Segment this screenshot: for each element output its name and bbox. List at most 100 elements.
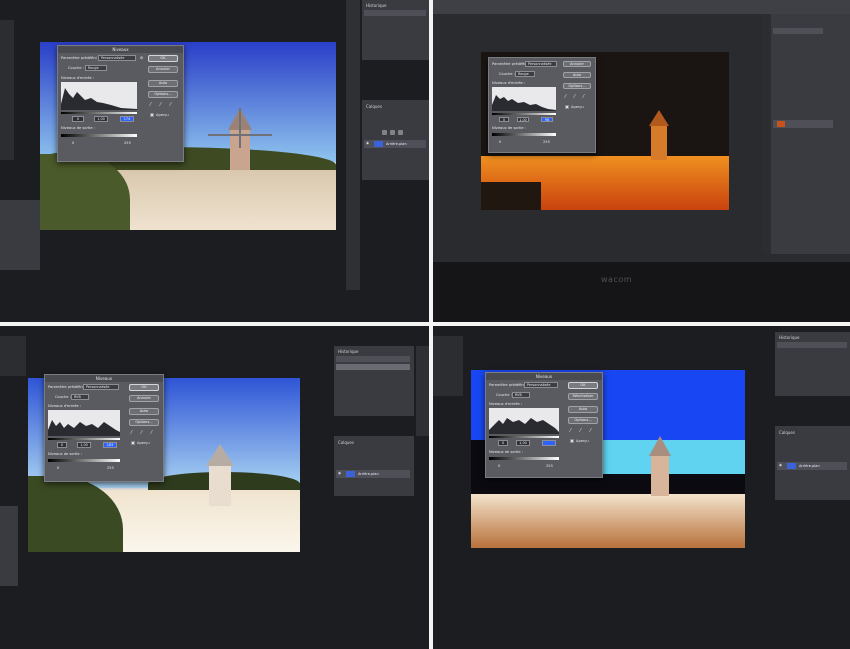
layer-thumbnail (787, 463, 796, 469)
layers-panel[interactable]: Calques ◉ Arrière-plan (334, 436, 414, 496)
output-levels-label: Niveaux de sortie : (61, 126, 95, 130)
input-white-field[interactable]: 183 (103, 442, 117, 448)
levels-dialog[interactable]: Paramètre prédéfini : Personnalisée Couc… (488, 57, 596, 153)
preview-checkbox[interactable] (150, 113, 154, 117)
levels-dialog[interactable]: Niveaux Paramètre prédéfini : Personnali… (485, 372, 603, 478)
left-panel-dock (433, 336, 463, 396)
channel-select[interactable]: RVB (71, 394, 89, 400)
auto-button[interactable]: Auto (563, 72, 591, 78)
output-black-value: 0 (72, 141, 75, 145)
gray-eyedropper-icon[interactable]: ⁄ (574, 94, 575, 100)
layer-visibility-eye-icon[interactable]: ◉ (779, 463, 782, 467)
preset-select[interactable]: Personnalisée (524, 382, 558, 388)
layers-panel[interactable]: Calques ◉ Arrière-plan (362, 100, 429, 180)
layer-visibility-eye-icon[interactable]: ◉ (338, 471, 341, 475)
input-white-field[interactable]: 98 (541, 117, 553, 122)
channel-select[interactable]: Rouge (85, 65, 107, 71)
layer-lock-icon[interactable] (382, 130, 387, 135)
history-panel[interactable]: Historique (362, 0, 429, 60)
cancel-button[interactable]: Annuler (563, 61, 591, 67)
input-black-field[interactable]: 0 (498, 440, 508, 446)
layer-move-icon[interactable] (398, 130, 403, 135)
history-snapshot-row[interactable] (773, 28, 823, 34)
history-snapshot-row[interactable] (777, 342, 847, 348)
input-gamma-field[interactable]: 1,00 (517, 117, 529, 122)
history-panel-title: Historique (338, 349, 359, 354)
history-snapshot-row[interactable] (336, 356, 410, 362)
input-gamma-field[interactable]: 1,00 (516, 440, 530, 446)
input-gradient (61, 112, 137, 114)
channel-label: Couche : (499, 72, 515, 76)
input-gamma-field[interactable]: 1,00 (94, 116, 108, 122)
history-item-selected[interactable] (336, 364, 410, 370)
levels-dialog[interactable]: Niveaux Paramètre prédéfini : Personnali… (57, 45, 184, 162)
channel-select[interactable]: RVB (512, 392, 530, 398)
black-eyedropper-icon[interactable]: ⁄ (150, 102, 151, 108)
layers-panel[interactable]: Calques ◉ Arrière-plan (775, 426, 850, 500)
gray-eyedropper-icon[interactable]: ⁄ (580, 428, 581, 434)
white-eyedropper-icon[interactable]: ⁄ (583, 94, 584, 100)
auto-button[interactable]: Auto (148, 80, 178, 87)
white-eyedropper-icon[interactable]: ⁄ (151, 430, 152, 436)
tool-strip (763, 14, 771, 254)
preview-label: Aperçu (137, 441, 150, 445)
preset-select[interactable]: Personnalisée (98, 55, 136, 61)
output-white-value: 255 (543, 140, 550, 144)
preset-label: Paramètre prédéfini : (48, 385, 87, 389)
preview-checkbox[interactable] (565, 105, 569, 109)
preview-label: Aperçu (576, 439, 589, 443)
input-black-field[interactable]: 0 (57, 442, 67, 448)
history-panel[interactable]: Historique (334, 346, 414, 416)
preset-select[interactable]: Personnalisée (525, 61, 557, 67)
cancel-button[interactable]: Annuler (148, 66, 178, 73)
preview-checkbox[interactable] (131, 441, 135, 445)
channel-label: Couche : (496, 393, 512, 397)
input-gamma-field[interactable]: 1,00 (77, 442, 91, 448)
gray-eyedropper-icon[interactable]: ⁄ (141, 430, 142, 436)
options-button[interactable]: Options... (129, 419, 159, 426)
layer-brush-icon[interactable] (390, 130, 395, 135)
preview-checkbox[interactable] (570, 439, 574, 443)
ok-button[interactable]: OK (129, 384, 159, 391)
levels-dialog-title: Niveaux (58, 46, 183, 53)
preset-gear-icon[interactable]: ⚙ (140, 56, 143, 60)
history-panel[interactable]: Historique (775, 332, 850, 396)
ok-button[interactable]: OK (148, 55, 178, 62)
reset-button[interactable]: Réinitialiser (568, 393, 598, 400)
auto-button[interactable]: Auto (568, 406, 598, 413)
levels-dialog[interactable]: Niveaux Paramètre prédéfini : Personnali… (44, 374, 164, 482)
auto-button[interactable]: Auto (129, 408, 159, 415)
histogram (61, 82, 137, 110)
right-panel-dock[interactable] (763, 14, 850, 254)
preset-label: Paramètre prédéfini : (61, 56, 100, 60)
white-eyedropper-icon[interactable]: ⁄ (590, 428, 591, 434)
options-button[interactable]: Options... (568, 417, 598, 424)
input-white-field[interactable] (542, 440, 556, 446)
black-eyedropper-icon[interactable]: ⁄ (570, 428, 571, 434)
preset-label: Paramètre prédéfini : (489, 383, 528, 387)
ok-button[interactable]: OK (568, 382, 598, 389)
channel-select[interactable]: Rouge (515, 71, 535, 77)
photo-canvas[interactable]: Niveaux Paramètre prédéfini : Personnali… (40, 42, 336, 230)
options-button[interactable]: Options... (148, 91, 178, 98)
input-white-field[interactable]: 174 (120, 116, 134, 122)
history-snapshot-row[interactable] (364, 10, 426, 16)
left-panel-dock (0, 20, 14, 160)
input-levels-label: Niveaux d'entrée : (61, 76, 95, 80)
left-panel-dock (0, 336, 26, 376)
input-black-field[interactable]: 0 (72, 116, 84, 122)
cancel-button[interactable]: Annuler (129, 395, 159, 402)
layer-thumbnail (374, 141, 383, 147)
layer-name: Arrière-plan (799, 464, 820, 468)
layer-visibility-eye-icon[interactable]: ◉ (366, 141, 369, 145)
black-eyedropper-icon[interactable]: ⁄ (565, 94, 566, 100)
input-black-field[interactable]: 0 (499, 117, 509, 122)
screen-bottom-right: Niveaux Paramètre prédéfini : Personnali… (433, 326, 850, 649)
output-white-value: 255 (124, 141, 131, 145)
gray-eyedropper-icon[interactable]: ⁄ (160, 102, 161, 108)
photo-ground (471, 494, 745, 548)
black-eyedropper-icon[interactable]: ⁄ (131, 430, 132, 436)
options-button[interactable]: Options... (563, 83, 591, 89)
white-eyedropper-icon[interactable]: ⁄ (170, 102, 171, 108)
preset-select[interactable]: Personnalisée (83, 384, 119, 390)
